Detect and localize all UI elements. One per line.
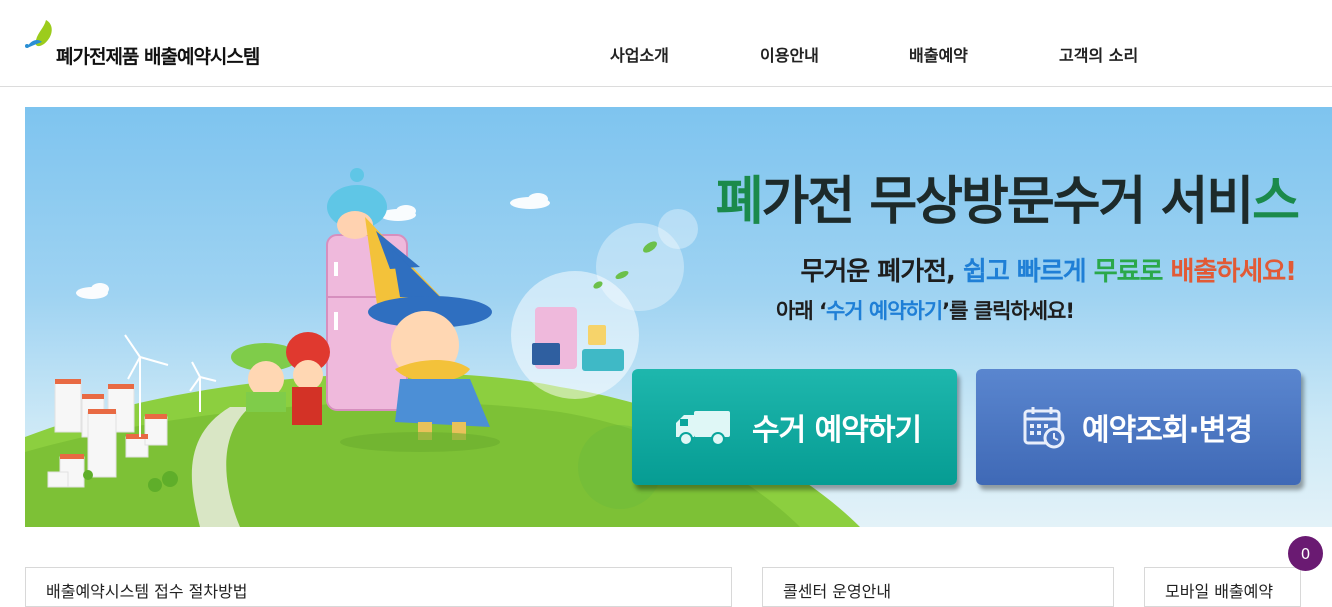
hero-headline: 폐가전 무상방문수거 서비스 — [715, 172, 1300, 232]
nav-item-disposal-reservation[interactable]: 배출예약 — [909, 42, 968, 66]
logo-text: 폐가전제품 배출예약시스템 — [56, 46, 260, 68]
check-change-reservation-button[interactable]: 예약조회·변경 — [976, 369, 1301, 485]
nav-item-customer-voice[interactable]: 고객의 소리 — [1059, 42, 1138, 66]
panel-procedure[interactable]: 배출예약시스템 접수 절차방법 — [25, 567, 732, 607]
notification-badge[interactable]: 0 — [1288, 536, 1323, 571]
hero-left-margin — [0, 107, 25, 527]
site-header: 폐가전제품 배출예약시스템 사업소개 이용안내 배출예약 고객의 소리 — [0, 0, 1332, 87]
collect-reservation-button[interactable]: 수거 예약하기 — [632, 369, 957, 485]
leaf-logo-icon — [25, 20, 52, 48]
panel-mobile-reservation[interactable]: 모바일 배출예약 — [1144, 567, 1301, 607]
panel-title: 콜센터 운영안내 — [783, 582, 892, 601]
nav-item-business-intro[interactable]: 사업소개 — [610, 42, 669, 66]
panel-title: 모바일 배출예약 — [1165, 582, 1274, 601]
hero-banner: 폐가전 무상방문수거 서비스 무거운 폐가전, 쉽고 빠르게 무료로 배출하세요… — [0, 107, 1332, 527]
calendar-clock-icon — [1023, 407, 1065, 449]
truck-icon — [676, 411, 730, 446]
cloud-icon — [76, 193, 550, 299]
hero-subheadline: 무거운 폐가전, 쉽고 빠르게 무료로 배출하세요! — [800, 257, 1297, 287]
nav-item-usage-guide[interactable]: 이용안내 — [760, 42, 819, 66]
panel-title: 배출예약시스템 접수 절차방법 — [46, 582, 248, 601]
panel-call-center[interactable]: 콜센터 운영안내 — [762, 567, 1114, 607]
hero-instruction: 아래 ‘수거 예약하기’를 클릭하세요! — [776, 299, 1075, 323]
character-blue-hat — [327, 168, 387, 239]
